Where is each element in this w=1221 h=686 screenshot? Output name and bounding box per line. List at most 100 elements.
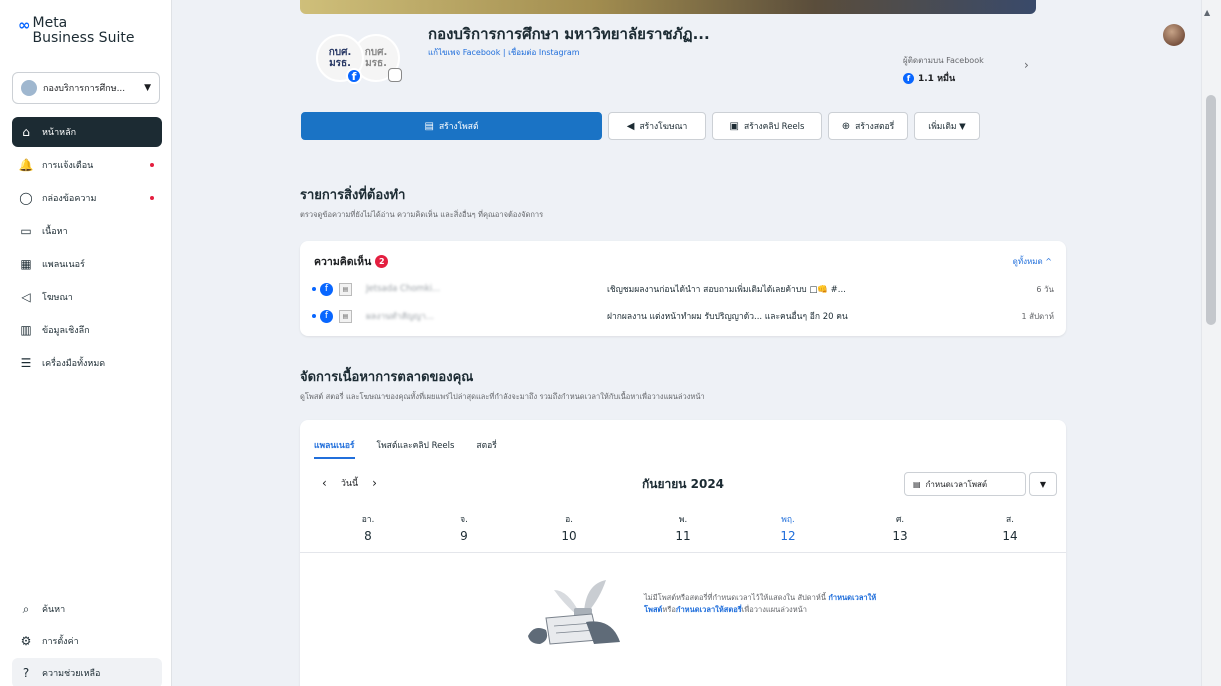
next-week-button[interactable]: › (372, 476, 377, 490)
nav-item-search[interactable]: ⌕ ค้นหา (12, 594, 162, 624)
nav-item-home[interactable]: ⌂ หน้าหลัก (12, 117, 162, 147)
week-days: อา. 8 จ. 9 อ. 10 พ. 11 พฤ. 12 ศ. 13 ส. 1… (300, 512, 1066, 544)
tab-posts-reels[interactable]: โพสต์และคลิป Reels (377, 438, 455, 459)
nav-item-notifications[interactable]: 🔔 การแจ้งเตือน (12, 150, 162, 180)
comment-text: เชิญชมผลงานก่อนได้นำา สอบถามเพิ่มเติมได้… (607, 285, 846, 295)
planner-tabs: แพลนเนอร์ โพสต์และคลิป Reels สตอรี่ (314, 438, 519, 459)
more-button[interactable]: เพิ่มเติม ▼ (914, 112, 980, 140)
comment-time: 1 สัปดาห์ (1021, 311, 1054, 321)
tab-planner[interactable]: แพลนเนอร์ (314, 438, 355, 459)
create-reel-button[interactable]: ▣ สร้างคลิป Reels (712, 112, 822, 140)
commenter-name: Jetsada Chomki... (366, 284, 441, 294)
chevron-right-icon[interactable]: › (1024, 58, 1029, 72)
post-icon: ▤ (424, 120, 434, 132)
comment-row[interactable]: f ▤ ผลงานทำสัญญา... ฝากผลงาน แต่งหน้าทำผ… (312, 306, 1054, 326)
manage-title: จัดการเนื้อหาการตลาดของคุณ (300, 370, 474, 385)
day-name: พ. (678, 515, 688, 525)
empty-state-text: ไม่มีโพสต์หรือสตอรี่ที่กำหนดเวลาไว้ให้แส… (644, 592, 884, 616)
create-post-label: สร้างโพสต์ (438, 122, 479, 132)
main-nav: ⌂ หน้าหลัก 🔔 การแจ้งเตือน ◯ กล่องข้อความ… (12, 117, 162, 381)
post-thumbnail: ▤ (339, 282, 352, 296)
unread-dot (312, 314, 316, 318)
nav-item-settings[interactable]: ⚙ การตั้งค่า (12, 626, 162, 656)
bell-icon: 🔔 (18, 158, 34, 172)
nav-item-insights[interactable]: ▥ ข้อมูลเชิงลึก (12, 315, 162, 345)
meta-logo[interactable]: ∞ Meta Business Suite (18, 16, 134, 46)
nav-item-ads[interactable]: ◁ โฆษณา (12, 282, 162, 312)
day-number: 10 (561, 529, 577, 543)
account-label: กองบริการการศึกษ... (43, 84, 126, 94)
day-number: 12 (780, 529, 796, 543)
nav-label: เครื่องมือทั้งหมด (42, 359, 106, 369)
create-ad-label: สร้างโฆษณา (639, 122, 688, 132)
empty-text-part3: เพื่อวางแผนล่วงหน้า (741, 605, 807, 614)
create-reel-label: สร้างคลิป Reels (744, 122, 805, 132)
sidebar: ∞ Meta Business Suite กองบริการการศึกษ..… (0, 0, 172, 686)
empty-calendar-illustration (528, 580, 620, 645)
nav-label: การตั้งค่า (42, 637, 79, 647)
scrollbar-thumb[interactable] (1206, 95, 1216, 325)
logo-line1: Meta (32, 15, 68, 31)
unread-dot (150, 163, 154, 167)
nav-label: เนื้อหา (42, 227, 68, 237)
account-selector[interactable]: กองบริการการศึกษ... ▼ (12, 72, 160, 104)
bar-chart-icon: ▥ (20, 323, 32, 337)
nav-item-all-tools[interactable]: ☰ เครื่องมือทั้งหมด (12, 348, 162, 378)
week-nav: ‹ วันนี้ › (322, 476, 391, 490)
create-story-button[interactable]: ⊕ สร้างสตอรี่ (828, 112, 908, 140)
comment-row[interactable]: f ▤ Jetsada Chomki... เชิญชมผลงานก่อนได้… (312, 279, 1054, 299)
search-icon: ⌕ (22, 601, 30, 616)
day-column[interactable]: ส. 14 (990, 512, 1030, 543)
day-number: 9 (460, 529, 468, 543)
divider (300, 552, 1066, 553)
nav-item-help[interactable]: ? ความช่วยเหลือ (12, 658, 162, 686)
schedule-dropdown-button[interactable]: ▼ (1029, 472, 1057, 496)
megaphone-icon: ◁ (21, 290, 31, 304)
create-ad-button[interactable]: ◀ สร้างโฆษณา (608, 112, 706, 140)
nav-label: หน้าหลัก (42, 128, 77, 138)
prev-week-button[interactable]: ‹ (322, 476, 327, 490)
comments-card: ความคิดเห็น 2 ดูทั้งหมด ^ f ▤ Jetsada Ch… (300, 241, 1066, 336)
home-icon: ⌂ (22, 125, 30, 139)
create-post-button[interactable]: ▤ สร้างโพสต์ (301, 112, 602, 140)
content-icon: ▭ (20, 224, 32, 238)
see-all-link[interactable]: ดูทั้งหมด ^ (1013, 255, 1052, 268)
chevron-down-icon: ▼ (144, 83, 151, 93)
megaphone-icon: ◀ (626, 120, 635, 132)
reel-icon: ▣ (729, 120, 739, 132)
nav-item-planner[interactable]: ▦ แพลนเนอร์ (12, 249, 162, 279)
followers-value: 1.1 หมื่น (918, 74, 956, 84)
today-button[interactable]: วันนี้ (341, 476, 358, 490)
schedule-post-button[interactable]: ▤ กำหนดเวลาโพสต์ (904, 472, 1026, 496)
facebook-icon: f (903, 72, 914, 84)
day-name: พฤ. (781, 515, 795, 525)
meta-infinity-icon: ∞ (18, 16, 31, 34)
scroll-up-arrow-icon[interactable]: ▲ (1204, 8, 1210, 17)
day-column[interactable]: จ. 9 (444, 512, 484, 543)
commenter-name: ผลงานทำสัญญา... (366, 312, 434, 322)
facebook-icon: f (346, 68, 362, 84)
plus-circle-icon: ⊕ (841, 120, 851, 132)
todo-subtitle: ตรวจดูข้อความที่ยังไม่ได้อ่าน ความคิดเห็… (300, 210, 544, 219)
nav-item-inbox[interactable]: ◯ กล่องข้อความ (12, 183, 162, 213)
tab-stories[interactable]: สตอรี่ (476, 438, 496, 459)
nav-item-content[interactable]: ▭ เนื้อหา (12, 216, 162, 246)
followers-summary[interactable]: ผู้ติดตามบน Facebook f 1.1 หมื่น (903, 54, 984, 85)
menu-icon: ☰ (20, 356, 32, 370)
schedule-label: กำหนดเวลาโพสต์ (925, 479, 988, 489)
day-column[interactable]: ศ. 13 (880, 512, 920, 543)
nav-label: โฆษณา (42, 293, 73, 303)
instagram-icon (388, 68, 402, 82)
day-column[interactable]: อา. 8 (348, 512, 388, 543)
comments-title-text: ความคิดเห็น (314, 256, 372, 268)
day-column-today[interactable]: พฤ. 12 (768, 512, 808, 543)
day-column[interactable]: พ. 11 (663, 512, 703, 543)
comment-text: ฝากผลงาน แต่งหน้าทำผม รับปริญญาด้ว... แล… (607, 312, 848, 322)
facebook-icon: f (320, 309, 333, 323)
logo-line2: Business Suite (32, 30, 135, 46)
user-avatar[interactable] (1163, 24, 1185, 46)
page-title: กองบริการการศึกษา มหาวิทยาลัยราชภัฏ... (428, 25, 710, 43)
page-links[interactable]: แก้ไขเพจ Facebook | เชื่อมต่อ Instagram (428, 46, 580, 59)
schedule-story-link[interactable]: กำหนดเวลาให้สตอรี่ (676, 605, 742, 614)
day-column[interactable]: อ. 10 (549, 512, 589, 543)
